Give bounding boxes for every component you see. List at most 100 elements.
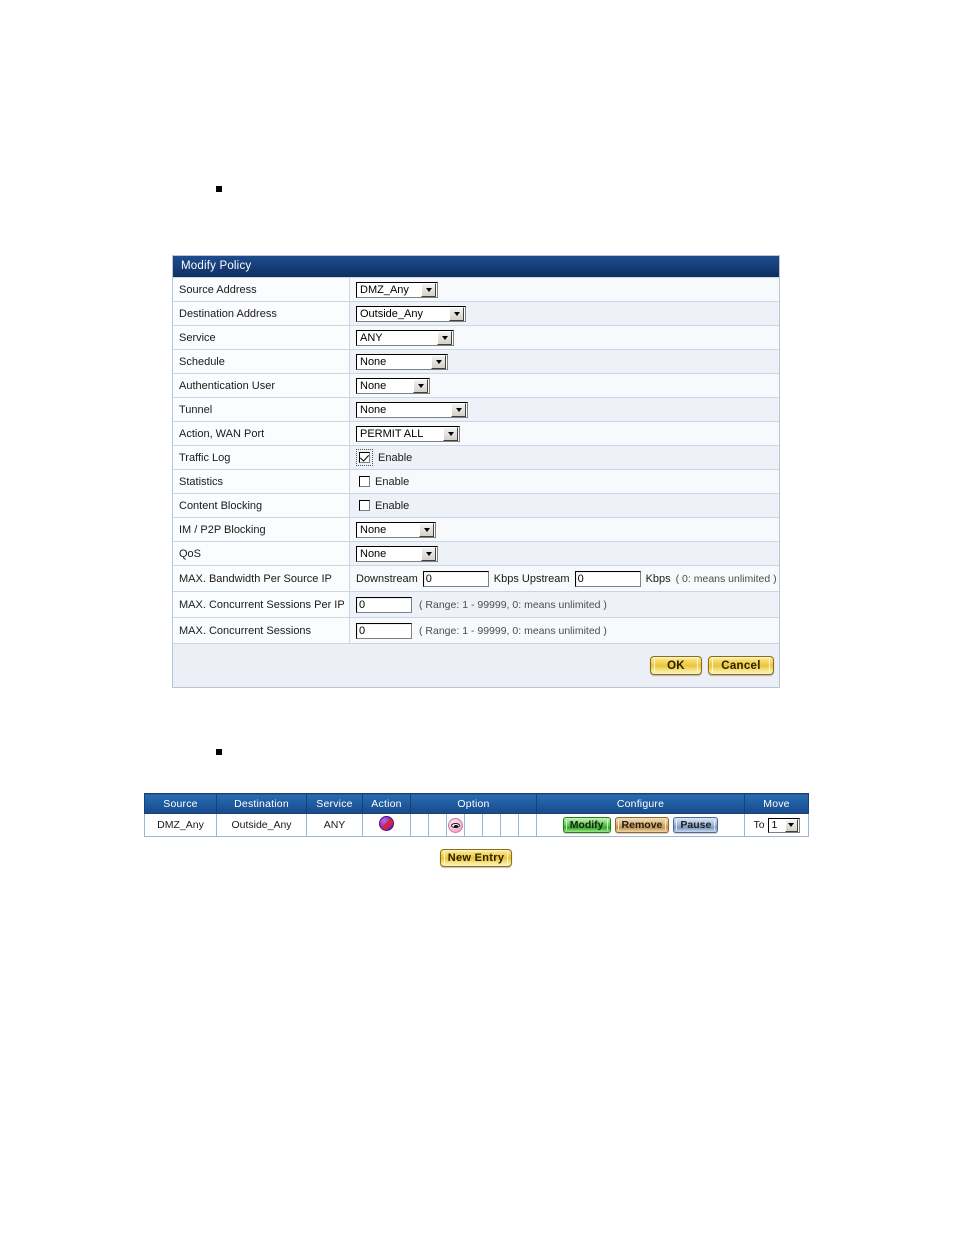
move-position-value: 1 <box>771 819 778 831</box>
chevron-down-icon[interactable] <box>413 378 428 393</box>
schedule-value: None <box>360 355 387 368</box>
option-slot-2 <box>429 814 447 836</box>
destination-address-select[interactable]: Outside_Any <box>356 305 466 322</box>
chevron-down-icon[interactable] <box>421 546 436 561</box>
form-row-schedule: Schedule None <box>173 349 779 373</box>
chevron-down-icon[interactable] <box>431 354 446 369</box>
authentication-user-value: None <box>360 379 387 392</box>
table-row: DMZ_Any Outside_Any ANY Modify Remove Pa… <box>144 813 809 837</box>
bandwidth-hint: ( 0: means unlimited ) <box>675 572 777 585</box>
column-header-service: Service <box>306 793 363 814</box>
content-blocking-checkbox[interactable] <box>359 500 370 511</box>
panel-footer: OK Cancel <box>173 643 779 687</box>
source-address-select[interactable]: DMZ_Any <box>356 281 438 298</box>
destination-address-value: Outside_Any <box>360 307 423 320</box>
form-row-authentication-user: Authentication User None <box>173 373 779 397</box>
form-row-max-concurrent-sessions-per-ip: MAX. Concurrent Sessions Per IP ( Range:… <box>173 591 779 617</box>
field-source-address: DMZ_Any <box>350 278 779 301</box>
content-blocking-checkbox-group[interactable]: Enable <box>359 500 409 512</box>
form-row-im-p2p-blocking: IM / P2P Blocking None <box>173 517 779 541</box>
statistics-checkbox[interactable] <box>359 476 370 487</box>
form-row-action-wan-port: Action, WAN Port PERMIT ALL <box>173 421 779 445</box>
kbps-upstream-label: Kbps Upstream <box>493 572 570 585</box>
pause-button[interactable]: Pause <box>673 817 719 833</box>
max-concurrent-sessions-input[interactable] <box>356 622 412 639</box>
upstream-input[interactable] <box>574 570 641 587</box>
label-authentication-user: Authentication User <box>173 374 350 397</box>
qos-value: None <box>360 547 387 560</box>
traffic-log-checkbox[interactable] <box>359 452 370 463</box>
max-concurrent-sessions-hint: ( Range: 1 - 99999, 0: means unlimited ) <box>419 624 607 637</box>
bullet-marker-2 <box>216 749 222 755</box>
cell-source: DMZ_Any <box>144 813 217 837</box>
service-select[interactable]: ANY <box>356 329 454 346</box>
authentication-user-select[interactable]: None <box>356 377 430 394</box>
traffic-log-focus-ring <box>356 449 373 466</box>
field-action-wan-port: PERMIT ALL <box>350 422 779 445</box>
cell-configure: Modify Remove Pause <box>536 813 745 837</box>
form-row-qos: QoS None <box>173 541 779 565</box>
source-address-value: DMZ_Any <box>360 283 409 296</box>
move-position-select[interactable]: 1 <box>767 817 800 833</box>
new-entry-button[interactable]: New Entry <box>440 849 512 867</box>
form-row-service: Service ANY <box>173 325 779 349</box>
chevron-down-icon[interactable] <box>419 522 434 537</box>
option-slot-6 <box>501 814 519 836</box>
field-schedule: None <box>350 350 779 373</box>
chevron-down-icon[interactable] <box>451 402 466 417</box>
chevron-down-icon[interactable] <box>437 330 452 345</box>
field-service: ANY <box>350 326 779 349</box>
tunnel-select[interactable]: None <box>356 401 468 418</box>
schedule-select[interactable]: None <box>356 353 448 370</box>
label-action-wan-port: Action, WAN Port <box>173 422 350 445</box>
label-traffic-log: Traffic Log <box>173 446 350 469</box>
label-schedule: Schedule <box>173 350 350 373</box>
im-p2p-blocking-value: None <box>360 523 387 536</box>
cell-destination: Outside_Any <box>216 813 307 837</box>
downstream-input[interactable] <box>422 570 489 587</box>
field-im-p2p-blocking: None <box>350 518 779 541</box>
cell-service: ANY <box>306 813 363 837</box>
form-row-content-blocking: Content Blocking Enable <box>173 493 779 517</box>
modify-button[interactable]: Modify <box>562 817 611 833</box>
option-slot-1 <box>411 814 429 836</box>
chevron-down-icon[interactable] <box>421 282 436 297</box>
ok-button[interactable]: OK <box>650 656 702 675</box>
im-p2p-blocking-select[interactable]: None <box>356 521 436 538</box>
chevron-down-icon[interactable] <box>443 426 458 441</box>
statistics-checkbox-group[interactable]: Enable <box>359 476 409 488</box>
chevron-down-icon[interactable] <box>784 818 798 832</box>
bullet-marker-1 <box>216 186 222 192</box>
action-wan-port-select[interactable]: PERMIT ALL <box>356 425 460 442</box>
service-value: ANY <box>360 331 383 344</box>
column-header-action: Action <box>362 793 411 814</box>
form-row-tunnel: Tunnel None <box>173 397 779 421</box>
cell-action <box>362 813 411 837</box>
field-tunnel: None <box>350 398 779 421</box>
content-blocking-enable-label: Enable <box>375 499 410 512</box>
remove-button[interactable]: Remove <box>614 817 670 833</box>
label-service: Service <box>173 326 350 349</box>
label-statistics: Statistics <box>173 470 350 493</box>
field-max-bandwidth-per-source-ip: Downstream Kbps Upstream Kbps ( 0: means… <box>350 567 779 590</box>
option-flag-strip <box>411 814 536 836</box>
cancel-button[interactable]: Cancel <box>708 656 774 675</box>
label-source-address: Source Address <box>173 278 350 301</box>
qos-select[interactable]: None <box>356 545 438 562</box>
label-destination-address: Destination Address <box>173 302 350 325</box>
label-tunnel: Tunnel <box>173 398 350 421</box>
traffic-log-checkbox-group[interactable]: Enable <box>356 449 412 466</box>
field-qos: None <box>350 542 779 565</box>
tunnel-value: None <box>360 403 387 416</box>
label-content-blocking: Content Blocking <box>173 494 350 517</box>
field-traffic-log: Enable <box>350 446 779 469</box>
table-header-row: Source Destination Service Action Option… <box>144 793 809 814</box>
form-row-statistics: Statistics Enable <box>173 469 779 493</box>
chevron-down-icon[interactable] <box>449 306 464 321</box>
max-concurrent-sessions-per-ip-input[interactable] <box>356 596 412 613</box>
move-to-label: To <box>753 819 765 831</box>
form-row-max-bandwidth-per-source-ip: MAX. Bandwidth Per Source IP Downstream … <box>173 565 779 591</box>
field-destination-address: Outside_Any <box>350 302 779 325</box>
label-im-p2p-blocking: IM / P2P Blocking <box>173 518 350 541</box>
kbps-label: Kbps <box>645 572 671 585</box>
